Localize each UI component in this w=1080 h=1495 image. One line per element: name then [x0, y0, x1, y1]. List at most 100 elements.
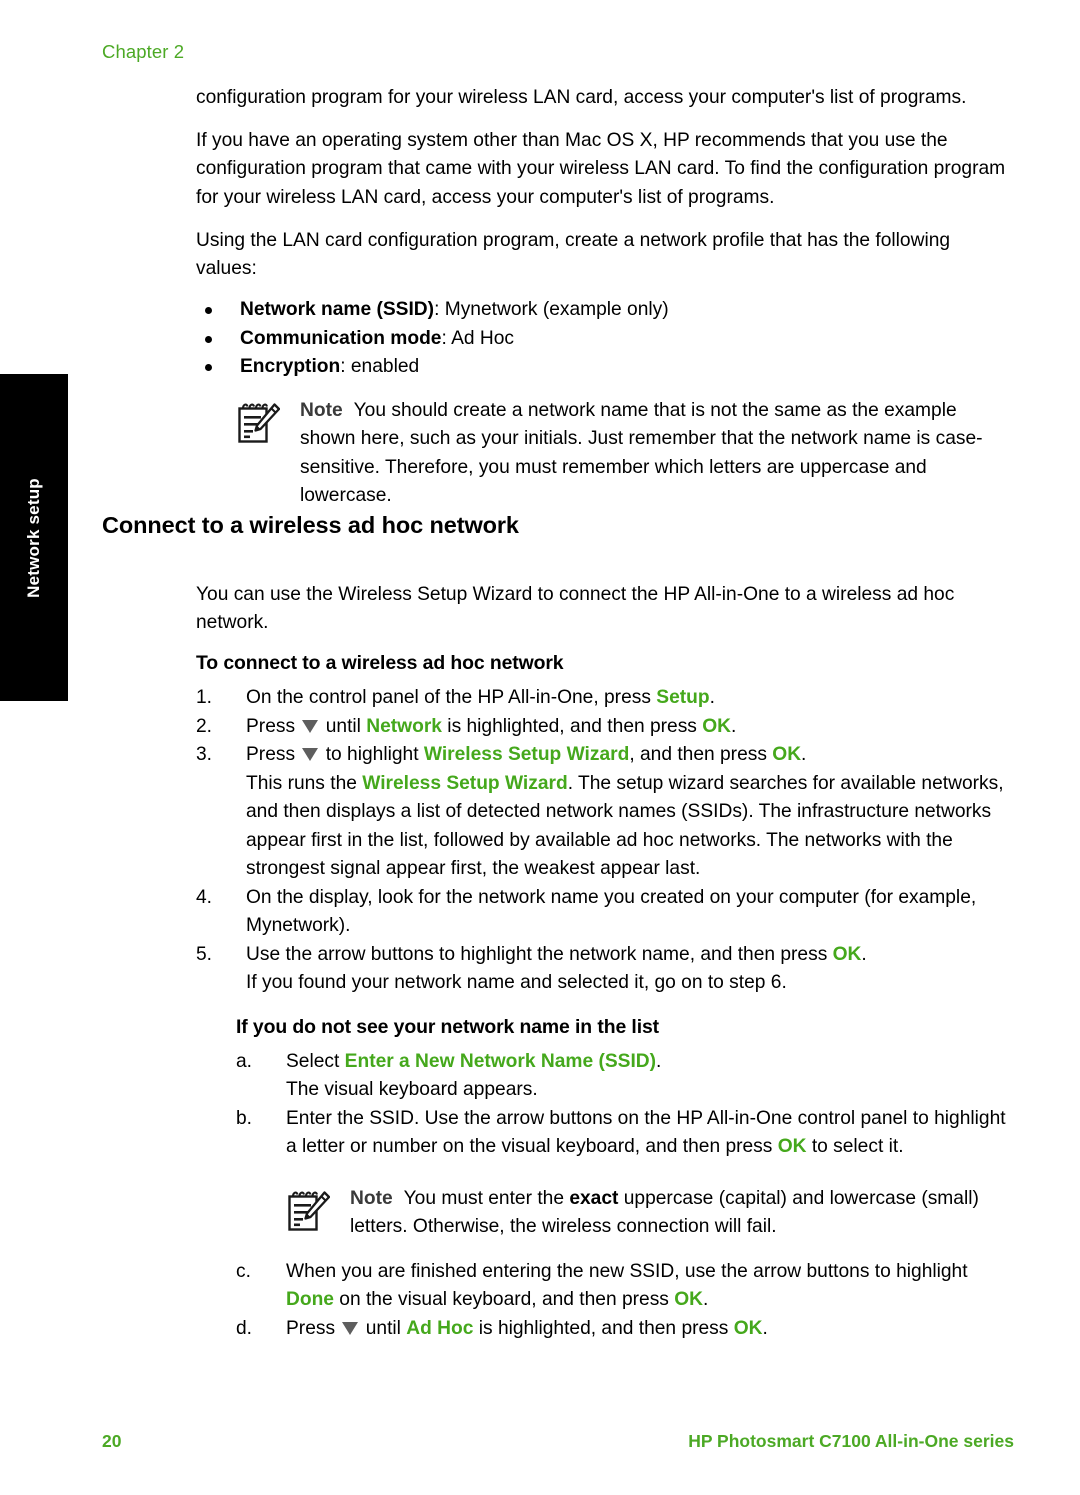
content-column: configuration program for your wireless … [196, 84, 1014, 1343]
ui-keyword: OK [702, 715, 732, 737]
numbered-step-item: 1. On the control panel of the HP All-in-… [196, 684, 1014, 713]
lettered-substeps-ab: a. Select Enter a New Network Name (SSID)… [236, 1048, 1014, 1162]
emphasis-text: exact [569, 1187, 619, 1209]
text-run: Press [286, 1317, 341, 1339]
ui-keyword: Setup [656, 687, 710, 709]
text-run: If you found your network name and selec… [246, 972, 787, 994]
step-marker: b. [236, 1107, 253, 1129]
numbered-step-item: 3. Press to highlight Wireless Setup Wiza… [196, 741, 1014, 884]
step-continuation: This runs the Wireless Setup Wizard. The… [246, 770, 1014, 884]
list-item: Network name (SSID): Mynetwork (example … [196, 296, 1014, 325]
text-run: The visual keyboard appears. [286, 1079, 538, 1101]
step-continuation: If you found your network name and selec… [246, 969, 1014, 998]
ui-keyword: OK [674, 1289, 704, 1311]
side-tab-network-setup: Network setup [0, 374, 68, 701]
note-block-1: Note You should create a network name tha… [196, 396, 1014, 511]
procedure-title: To connect to a wireless ad hoc network [196, 652, 564, 675]
ui-keyword: OK [832, 943, 862, 965]
step-marker: 5. [196, 943, 213, 965]
list-item: Communication mode: Ad Hoc [196, 325, 1014, 354]
numbered-step-item: 5. Use the arrow buttons to highlight the… [196, 941, 1014, 998]
bullet-dot-icon [205, 335, 212, 343]
ui-keyword: Done [286, 1289, 334, 1311]
list-item-value: : Ad Hoc [441, 327, 515, 349]
text-run: is highlighted, and then press [473, 1317, 734, 1339]
ui-keyword: OK [733, 1317, 763, 1339]
step-text: Enter the SSID. Use the arrow buttons on… [286, 1108, 1006, 1158]
note-content: You must enter the exact uppercase (capi… [350, 1188, 979, 1238]
text-run: Press [246, 715, 301, 737]
ui-keyword: Network [366, 715, 442, 737]
step-text: Press until Ad Hoc is highlighted, and t… [286, 1318, 768, 1339]
text-run: On the control panel of the HP All-in-On… [246, 687, 657, 709]
step-marker: d. [236, 1317, 253, 1339]
text-run: on the visual keyboard, and then press [333, 1289, 675, 1311]
lettered-step-item: d. Press until Ad Hoc is highlighted, and… [236, 1315, 1014, 1344]
step-marker: a. [236, 1050, 253, 1072]
lettered-step-item: c. When you are finished entering the new… [236, 1258, 1014, 1315]
arrow-down-icon [342, 1321, 359, 1335]
paragraph-section-intro: You can use the Wireless Setup Wizard to… [196, 583, 955, 633]
step-marker: 3. [196, 744, 213, 766]
text-run: You must enter the [403, 1187, 570, 1209]
paragraph-intro-2: If you have an operating system other th… [196, 130, 1006, 208]
step-text: When you are finished entering the new S… [286, 1261, 968, 1311]
text-run: to select it. [806, 1136, 904, 1158]
text-run: . [703, 1289, 709, 1311]
chapter-header: Chapter 2 [102, 41, 185, 62]
text-run: This runs the [246, 772, 363, 794]
text-run: until [320, 715, 367, 737]
step-text: Press until Network is highlighted, and … [246, 716, 736, 737]
step-continuation: The visual keyboard appears. [286, 1076, 1014, 1105]
note-block-2: Note You must enter the exact uppercase (… [236, 1184, 1014, 1242]
note-pad-pencil-icon [286, 1188, 331, 1234]
ui-keyword: Wireless Setup Wizard [423, 744, 630, 766]
arrow-down-icon [302, 748, 319, 762]
subsection-block: If you do not see your network name in t… [236, 1016, 1014, 1344]
step-text: Use the arrow buttons to highlight the n… [246, 944, 867, 965]
footer-page-number: 20 [102, 1431, 122, 1451]
text-run: . [801, 744, 807, 766]
step-marker: 4. [196, 886, 213, 908]
step-marker: 1. [196, 687, 213, 709]
text-run: . [709, 687, 715, 709]
bullet-dot-icon [205, 364, 212, 372]
note-label: Note [350, 1187, 393, 1209]
ui-keyword: Enter a New Network Name (SSID) [344, 1050, 657, 1072]
note-pad-pencil-icon [236, 400, 281, 446]
text-run: is highlighted, and then press [441, 715, 703, 737]
text-run: . [731, 715, 737, 737]
note-text-2: Note You must enter the exact uppercase (… [350, 1184, 1014, 1242]
numbered-steps: 1. On the control panel of the HP All-in-… [196, 684, 1014, 998]
lettered-substeps-cd: c. When you are finished entering the new… [236, 1258, 1014, 1344]
text-run: to highlight [320, 744, 424, 766]
note-text-1: Note You should create a network name tha… [300, 396, 1014, 511]
arrow-down-icon [302, 719, 319, 733]
ui-keyword: OK [777, 1136, 807, 1158]
subsection-title: If you do not see your network name in t… [236, 1015, 660, 1038]
side-tab-label: Network setup [24, 477, 43, 598]
list-item: Encryption: enabled [196, 353, 1014, 382]
step-text: Select Enter a New Network Name (SSID). [286, 1051, 661, 1072]
paragraph-intro-3: Using the LAN card configuration program… [196, 229, 951, 280]
text-run: On the display, look for the network nam… [246, 886, 977, 937]
note-content: You should create a network name that is… [300, 399, 983, 507]
paragraph-intro-1: configuration program for your wireless … [196, 87, 967, 108]
text-run: Select [286, 1050, 345, 1072]
text-run: Press [246, 744, 301, 766]
lettered-step-item: b. Enter the SSID. Use the arrow buttons … [236, 1105, 1014, 1162]
step-text: Press to highlight Wireless Setup Wizard… [246, 744, 806, 765]
ui-keyword: OK [772, 744, 802, 766]
ui-keyword: Ad Hoc [406, 1317, 474, 1339]
ui-keyword: Wireless Setup Wizard [362, 772, 568, 794]
bullet-dot-icon [205, 307, 212, 315]
note-label: Note [300, 399, 343, 421]
list-item-value: : enabled [340, 356, 420, 378]
footer-product-title: HP Photosmart C7100 All-in-One series [688, 1431, 1014, 1451]
text-run: Use the arrow buttons to highlight the n… [246, 943, 833, 965]
text-run: . [762, 1317, 768, 1339]
step-text: On the display, look for the network nam… [246, 887, 976, 937]
step-marker: c. [236, 1260, 251, 1282]
document-page: Chapter 2 Network setup Connect to a wir… [0, 0, 1080, 1495]
text-run: . [656, 1050, 662, 1072]
